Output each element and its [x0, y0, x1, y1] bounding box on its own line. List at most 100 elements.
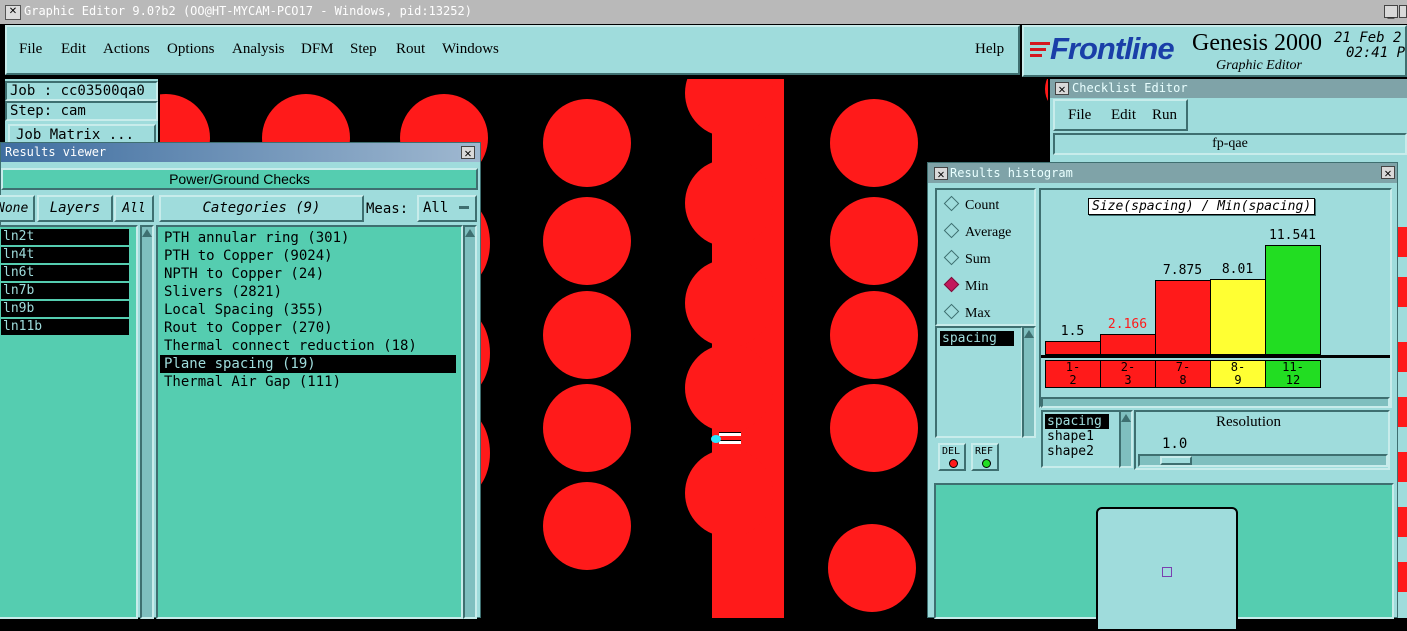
- bin-label[interactable]: 7- 8: [1155, 360, 1211, 388]
- category-item[interactable]: Thermal connect reduction (18): [160, 337, 459, 355]
- layer-item[interactable]: ln4t: [1, 247, 129, 263]
- slider-handle[interactable]: [1160, 456, 1192, 465]
- all-layers-button[interactable]: All: [114, 195, 154, 222]
- checklist-menu-run[interactable]: Run: [1152, 107, 1177, 124]
- menu-step[interactable]: Step: [350, 41, 377, 58]
- histogram-bar[interactable]: [1045, 341, 1101, 355]
- pad: [830, 384, 918, 472]
- category-item-selected[interactable]: Plane spacing (19): [160, 355, 456, 373]
- category-item[interactable]: Local Spacing (355): [160, 301, 459, 319]
- attr-item-selected[interactable]: spacing: [1045, 414, 1109, 429]
- app-icon: ✕: [5, 5, 21, 20]
- preview-panel: [934, 483, 1394, 631]
- radio-min[interactable]: Min: [937, 273, 1034, 300]
- menu-dfm[interactable]: DFM: [301, 41, 334, 58]
- categories-list[interactable]: PTH annular ring (301) PTH to Copper (90…: [156, 225, 463, 619]
- bar-value-label: 1.5: [1060, 324, 1085, 339]
- plot-area: 1.5 2.166 7.875 8.01 11.541: [1045, 218, 1390, 358]
- scroll-up-icon[interactable]: [1024, 330, 1034, 338]
- radio-label: Average: [965, 225, 1012, 240]
- checklist-editor-window: ✕ Checklist Editor File Edit Run fp-qae: [1050, 79, 1407, 169]
- histogram-bar[interactable]: [1210, 279, 1266, 355]
- radio-label: Min: [965, 279, 989, 294]
- bin-label[interactable]: 2- 3: [1100, 360, 1156, 388]
- bar-value-label: 2.166: [1107, 317, 1148, 332]
- menu-file[interactable]: File: [19, 41, 42, 58]
- menu-rout[interactable]: Rout: [396, 41, 425, 58]
- close-icon[interactable]: ✕: [1381, 166, 1395, 179]
- attr-item[interactable]: shape2: [1045, 444, 1117, 459]
- attribute-item-selected[interactable]: spacing: [940, 331, 1014, 346]
- results-viewer-window: Results viewer ✕ Power/Ground Checks Non…: [0, 142, 481, 619]
- checklist-menu-edit[interactable]: Edit: [1111, 107, 1136, 124]
- attribute-list[interactable]: spacing: [935, 326, 1023, 438]
- checklist-menu-file[interactable]: File: [1068, 107, 1091, 124]
- menu-windows[interactable]: Windows: [442, 41, 499, 58]
- category-item[interactable]: Rout to Copper (270): [160, 319, 459, 337]
- resolution-label: Resolution: [1216, 414, 1282, 430]
- layer-item[interactable]: ln6t: [1, 265, 129, 281]
- del-button[interactable]: DEL: [938, 443, 966, 471]
- category-item[interactable]: PTH to Copper (9024): [160, 247, 459, 265]
- categories-button[interactable]: Categories (9): [159, 195, 364, 222]
- attr-list-panel[interactable]: spacing shape1 shape2: [1041, 410, 1121, 468]
- layer-item[interactable]: ln2t: [1, 229, 129, 245]
- layers-scrollbar[interactable]: [140, 225, 154, 619]
- maximize-button[interactable]: [1399, 5, 1407, 18]
- histogram-titlebar: ✕ Results histogram ✕: [928, 163, 1397, 183]
- mode-radio-group: Count Average Sum Min Max: [935, 188, 1036, 326]
- menu-options[interactable]: Options: [167, 41, 215, 58]
- green-dot-icon: [982, 459, 991, 468]
- histogram-bar[interactable]: [1265, 245, 1321, 355]
- histogram-bar[interactable]: [1155, 280, 1211, 355]
- layers-list[interactable]: ln2t ln4t ln6t ln7b ln9b ln11b: [0, 225, 138, 619]
- radio-max[interactable]: Max: [937, 300, 1034, 327]
- chart-scrollbar[interactable]: [1041, 397, 1390, 408]
- layers-button[interactable]: Layers: [37, 195, 113, 222]
- ref-button[interactable]: REF: [971, 443, 999, 471]
- layer-item[interactable]: ln7b: [1, 283, 129, 299]
- histogram-chart-panel: Size(spacing) / Min(spacing) 1.5 2.166 7.8…: [1039, 188, 1392, 408]
- time-display: 02:41 P: [1346, 45, 1406, 61]
- layer-item[interactable]: ln11b: [1, 319, 129, 335]
- brand-panel: Frontline Genesis 2000 Graphic Editor 21…: [1022, 25, 1407, 77]
- bin-label[interactable]: 8- 9: [1210, 360, 1266, 388]
- close-icon[interactable]: ✕: [461, 146, 475, 159]
- category-item[interactable]: NPTH to Copper (24): [160, 265, 459, 283]
- radio-icon: [943, 195, 960, 212]
- menu-help[interactable]: Help: [975, 41, 1004, 58]
- close-icon[interactable]: ✕: [1055, 82, 1069, 95]
- category-item[interactable]: PTH annular ring (301): [160, 229, 459, 247]
- layer-list-items: ln2t ln4t ln6t ln7b ln9b ln11b: [1, 229, 136, 335]
- histogram-bar[interactable]: [1100, 334, 1156, 355]
- result-marker[interactable]: [711, 432, 741, 446]
- category-item[interactable]: Thermal Air Gap (111): [160, 373, 459, 391]
- attribute-scrollbar[interactable]: [1022, 326, 1036, 438]
- bin-label[interactable]: 1- 2: [1045, 360, 1101, 388]
- attr-item[interactable]: shape1: [1045, 429, 1117, 444]
- radio-label: Max: [965, 306, 991, 321]
- radio-average[interactable]: Average: [937, 219, 1034, 246]
- minimize-button[interactable]: _: [1384, 5, 1398, 18]
- scroll-up-icon[interactable]: [1121, 414, 1131, 422]
- pad: [543, 197, 631, 285]
- menu-edit[interactable]: Edit: [61, 41, 86, 58]
- categories-scrollbar[interactable]: [463, 225, 477, 619]
- bin-label-line: 8: [1179, 373, 1187, 387]
- scroll-up-icon[interactable]: [142, 229, 152, 237]
- meas-dropdown[interactable]: All: [417, 195, 477, 222]
- menu-actions[interactable]: Actions: [103, 41, 150, 58]
- menu-analysis[interactable]: Analysis: [232, 41, 285, 58]
- radio-selected-icon: [943, 276, 960, 293]
- radio-sum[interactable]: Sum: [937, 246, 1034, 273]
- resolution-slider[interactable]: [1138, 454, 1388, 467]
- bin-label[interactable]: 11- 12: [1265, 360, 1321, 388]
- attr-scrollbar[interactable]: [1119, 410, 1133, 468]
- radio-count[interactable]: Count: [937, 192, 1034, 219]
- bin-label-line: 12: [1285, 373, 1301, 387]
- scroll-up-icon[interactable]: [465, 229, 475, 237]
- layer-item[interactable]: ln9b: [1, 301, 129, 317]
- app-icon: ✕: [934, 167, 948, 180]
- none-button[interactable]: None: [0, 195, 35, 222]
- category-item[interactable]: Slivers (2821): [160, 283, 459, 301]
